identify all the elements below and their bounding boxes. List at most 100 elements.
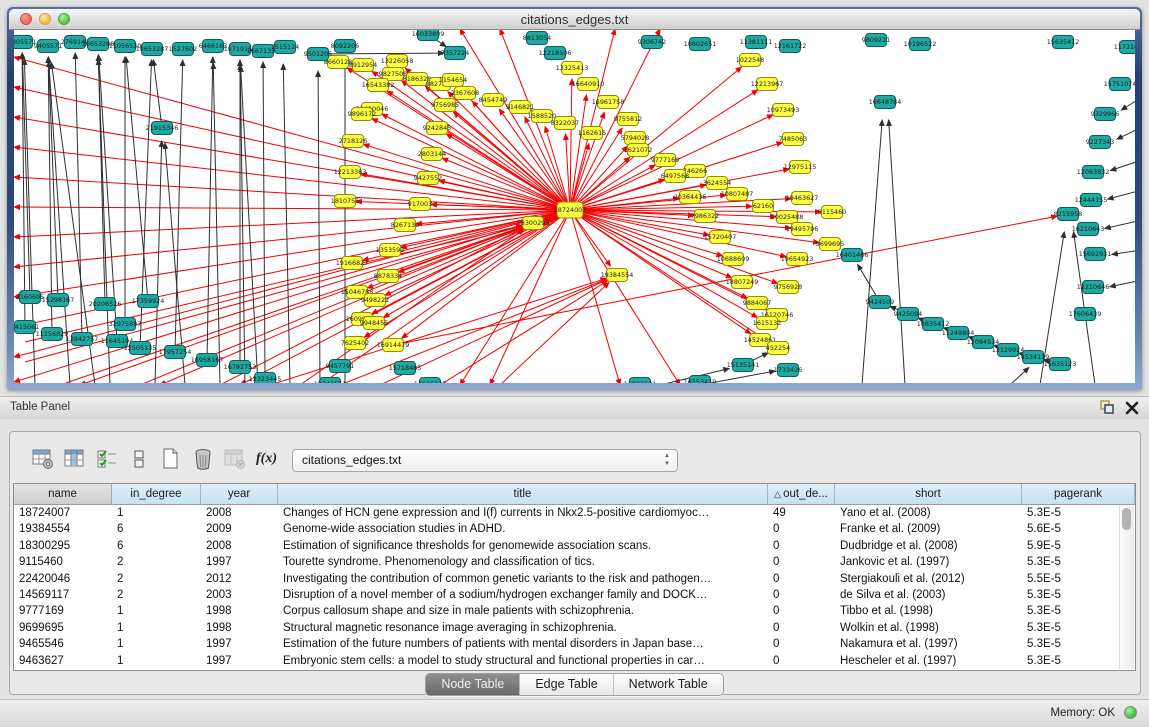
table-row[interactable]: 1872400712008Changes of HCN gene express… <box>14 505 1135 521</box>
graph-node[interactable]: 19654923 <box>781 253 814 266</box>
graph-node[interactable]: 9115460 <box>818 206 846 219</box>
graph-node[interactable]: 1527602 <box>169 43 197 56</box>
graph-node[interactable]: 8092206 <box>331 40 359 53</box>
table-row[interactable]: 1938455462009Genome-wide association stu… <box>14 521 1135 537</box>
cell-name[interactable]: 9777169 <box>14 603 112 619</box>
table-row[interactable]: 977716911998Corpus callosum shape and si… <box>14 603 1135 619</box>
graph-node[interactable]: 9424509 <box>866 296 894 309</box>
cell-in_degree[interactable]: 1 <box>112 620 201 636</box>
table-row[interactable]: 1456911722003Disruption of a novel membe… <box>14 587 1135 603</box>
graph-node[interactable]: 17957254 <box>159 346 192 359</box>
table-select-dropdown[interactable]: citations_edges.txt ▲▼ <box>292 449 678 472</box>
graph-node[interactable]: 32975887 <box>109 318 142 331</box>
delete-table-icon[interactable] <box>222 447 247 472</box>
citation-edge[interactable] <box>1110 160 1135 171</box>
citation-edge-red[interactable] <box>570 79 572 210</box>
graph-node[interactable]: 9756928 <box>774 281 802 294</box>
graph-node[interactable]: 11731062 <box>1114 41 1135 54</box>
graph-node[interactable]: 9242845 <box>423 122 451 135</box>
graph-node[interactable]: 9699695 <box>816 238 844 251</box>
graph-node[interactable]: 1022548 <box>736 54 764 67</box>
cell-out_de[interactable]: 0 <box>768 636 835 652</box>
graph-node[interactable]: 19495796 <box>786 223 819 236</box>
graph-node[interactable]: 17359924 <box>132 295 165 308</box>
citation-edge-red[interactable] <box>500 283 609 383</box>
cell-short[interactable]: Dudbridge et al. (2008) <box>835 538 1022 554</box>
citation-edge[interactable] <box>24 59 35 383</box>
graph-node[interactable]: 12093832 <box>1077 166 1110 179</box>
cell-title[interactable]: Corpus callosum shape and size in male p… <box>278 603 768 619</box>
cell-title[interactable]: Tourette syndrome. Phenomenology and cla… <box>278 554 768 570</box>
column-header-in_degree[interactable]: in_degree <box>112 484 201 504</box>
cell-year[interactable]: 2008 <box>201 538 278 554</box>
graph-node[interactable]: 7357224 <box>441 47 469 60</box>
graph-node[interactable]: 16640910 <box>572 78 605 91</box>
graph-node[interactable]: 62160 <box>753 200 774 213</box>
cell-year[interactable]: 2012 <box>201 571 278 587</box>
graph-node[interactable]: 20364436 <box>674 191 707 204</box>
graph-node[interactable]: 16782753 <box>224 361 257 374</box>
graph-node[interactable]: 16401466 <box>836 249 869 262</box>
graph-node[interactable]: 1733426 <box>774 364 802 377</box>
graph-node[interactable]: 16153419 <box>684 376 717 384</box>
graph-node[interactable]: 15635123 <box>1044 358 1077 371</box>
graph-node[interactable]: 12161722 <box>774 40 807 53</box>
table-row[interactable]: 969969511998Structural magnetic resonanc… <box>14 620 1135 636</box>
cell-name[interactable]: 9115460 <box>14 554 112 570</box>
cell-short[interactable]: de Silva et al. (2003) <box>835 587 1022 603</box>
cell-out_de[interactable]: 0 <box>768 554 835 570</box>
graph-node[interactable]: 7986322 <box>691 210 719 223</box>
citation-edge[interactable] <box>1108 190 1135 199</box>
cell-title[interactable]: Disruption of a novel member of a sodium… <box>278 587 768 603</box>
cell-in_degree[interactable]: 6 <box>112 521 201 537</box>
function-icon[interactable]: f(x) <box>254 447 279 472</box>
cell-title[interactable]: Changes of HCN gene expression and I(f) … <box>278 505 768 521</box>
graph-node[interactable]: 15692931 <box>1079 248 1112 261</box>
citation-edge[interactable] <box>1117 127 1135 139</box>
graph-node[interactable]: 8912954 <box>349 59 377 72</box>
cell-year[interactable]: 1997 <box>201 653 278 669</box>
graph-node[interactable]: 1162615 <box>578 127 606 140</box>
graph-node[interactable]: 9756985 <box>431 99 459 112</box>
cell-year[interactable]: 1998 <box>201 603 278 619</box>
column-header-short[interactable]: short <box>835 484 1022 504</box>
cell-year[interactable]: 2008 <box>201 505 278 521</box>
graph-node[interactable]: 18807249 <box>726 276 759 289</box>
graph-node[interactable]: 14646137 <box>414 378 447 384</box>
graph-node[interactable]: 1615132 <box>753 317 781 330</box>
graph-node[interactable]: 8454749 <box>479 94 507 107</box>
graph-node[interactable]: 8215958 <box>1054 208 1082 221</box>
table-row[interactable]: 946362711997Embryonic stem cells: a mode… <box>14 653 1135 669</box>
cell-year[interactable]: 2009 <box>201 521 278 537</box>
citation-edge[interactable] <box>263 62 265 379</box>
cell-short[interactable]: Jankovic et al. (1997) <box>835 554 1022 570</box>
citation-edge-red[interactable] <box>14 177 570 210</box>
show-columns-icon[interactable] <box>62 447 87 472</box>
cell-name[interactable]: 9463627 <box>14 653 112 669</box>
citation-edge-red[interactable] <box>442 158 570 210</box>
cell-in_degree[interactable]: 2 <box>112 571 201 587</box>
graph-node[interactable]: 15751074 <box>1104 78 1135 91</box>
citation-edge[interactable] <box>318 71 320 383</box>
graph-node[interactable]: 9427552 <box>414 172 442 185</box>
citation-edge-red[interactable] <box>363 144 570 210</box>
graph-node[interactable]: 1621072 <box>624 144 652 157</box>
graph-node[interactable]: 1154654 <box>439 74 467 87</box>
graph-node[interactable]: 6497568 <box>661 170 689 183</box>
graph-node[interactable]: 9948455 <box>360 317 388 330</box>
network-window-titlebar[interactable]: citations_edges.txt <box>9 9 1140 30</box>
citation-edge[interactable] <box>1010 367 1029 383</box>
cell-year[interactable]: 1997 <box>201 636 278 652</box>
citation-edge-red[interactable] <box>570 210 786 257</box>
cell-in_degree[interactable]: 1 <box>112 653 201 669</box>
graph-node[interactable]: 18724007 <box>554 202 587 218</box>
citation-edge-red[interactable] <box>570 210 680 383</box>
graph-node[interactable]: 7625402 <box>341 337 369 350</box>
close-panel-icon[interactable] <box>1125 401 1139 415</box>
cell-in_degree[interactable]: 6 <box>112 538 201 554</box>
cell-year[interactable]: 2003 <box>201 587 278 603</box>
citation-edge[interactable] <box>1110 280 1135 287</box>
cell-out_de[interactable]: 0 <box>768 587 835 603</box>
cell-short[interactable]: Stergiakouli et al. (2012) <box>835 571 1022 587</box>
cell-out_de[interactable]: 0 <box>768 653 835 669</box>
